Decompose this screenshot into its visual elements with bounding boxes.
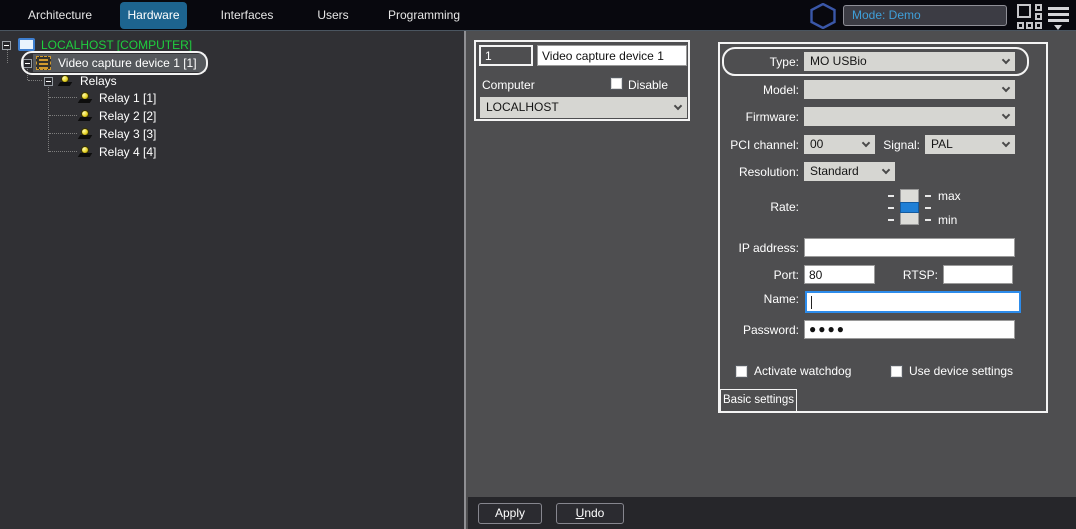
rtsp-label: RTSP: — [902, 267, 938, 282]
resolution-label: Resolution: — [738, 164, 799, 179]
rate-min-label: min — [938, 213, 958, 227]
collapse-icon[interactable] — [44, 77, 53, 86]
settings-content-area: Computer Disable LOCALHOST Type: MO USBi… — [468, 31, 1076, 529]
tree-item-video-capture-device[interactable]: Video capture device 1 [1] — [0, 55, 460, 72]
collapse-icon[interactable] — [23, 59, 32, 68]
firmware-select[interactable] — [804, 107, 1015, 126]
capture-device-icon — [36, 56, 51, 70]
tree-item-relay-3[interactable]: Relay 3 [3] — [0, 126, 460, 143]
type-label: Type: — [769, 54, 799, 69]
pci-channel-select[interactable]: 00 — [804, 135, 875, 154]
device-identity-box: Computer Disable LOCALHOST — [474, 40, 690, 121]
name-input[interactable] — [805, 291, 1021, 313]
signal-label: Signal: — [883, 137, 920, 152]
tree-item-label[interactable]: Relay 4 [4] — [99, 144, 156, 161]
chevron-down-icon — [861, 138, 871, 148]
use-device-settings-checkbox[interactable] — [890, 364, 903, 378]
ip-address-input[interactable] — [804, 238, 1015, 257]
mode-field[interactable]: Mode: Demo — [843, 5, 1007, 26]
model-label: Model: — [762, 82, 799, 97]
signal-select[interactable]: PAL — [925, 135, 1015, 154]
tab-architecture[interactable]: Architecture — [18, 2, 102, 29]
tab-programming[interactable]: Programming — [381, 2, 467, 29]
chevron-down-icon — [1001, 83, 1011, 93]
rate-slider[interactable]: max min — [886, 187, 1016, 227]
password-label: Password: — [742, 322, 799, 337]
activate-watchdog-checkbox[interactable] — [735, 364, 748, 378]
signal-value: PAL — [931, 137, 953, 151]
device-name-input[interactable] — [537, 45, 687, 66]
type-select-value: MO USBio — [810, 54, 867, 68]
tree-item-localhost[interactable]: LOCALHOST [COMPUTER] — [0, 37, 460, 54]
port-input[interactable] — [804, 265, 875, 284]
rtsp-input[interactable] — [943, 265, 1013, 284]
rate-label: Rate: — [770, 200, 799, 214]
tree-item-label[interactable]: Relay 3 [3] — [99, 126, 156, 143]
app-window: Architecture Hardware Interfaces Users P… — [0, 0, 1076, 529]
computer-icon — [18, 38, 35, 51]
port-label: Port: — [773, 267, 799, 282]
relay-icon — [77, 92, 93, 105]
tree-item-label[interactable]: Relay 1 [1] — [99, 90, 156, 107]
disable-label: Disable — [628, 78, 669, 92]
tree-item-label[interactable]: Relay 2 [2] — [99, 108, 156, 125]
type-select[interactable]: MO USBio — [804, 52, 1015, 71]
rate-slider-thumb[interactable] — [900, 202, 919, 213]
firmware-label: Firmware: — [745, 109, 799, 124]
hardware-tree-panel: LOCALHOST [COMPUTER] Video capture devic… — [0, 31, 466, 529]
tab-interfaces[interactable]: Interfaces — [209, 2, 285, 29]
relay-icon — [77, 110, 93, 123]
tree-item-relays-group[interactable]: Relays — [0, 73, 460, 90]
model-select[interactable] — [804, 80, 1015, 99]
pci-channel-label: PCI channel: — [730, 137, 799, 152]
activate-watchdog-label: Activate watchdog — [754, 364, 852, 378]
text-caret — [811, 296, 812, 309]
rate-max-label: max — [938, 189, 961, 203]
tab-basic-settings[interactable]: Basic settings — [720, 389, 797, 411]
resolution-value: Standard — [810, 164, 859, 178]
collapse-icon[interactable] — [2, 41, 11, 50]
tree-item-label[interactable]: LOCALHOST [COMPUTER] — [41, 37, 192, 54]
ip-address-label: IP address: — [738, 240, 799, 255]
top-menu-bar: Architecture Hardware Interfaces Users P… — [0, 0, 1076, 31]
tree-item-label[interactable]: Video capture device 1 [1] — [58, 55, 197, 72]
tab-hardware[interactable]: Hardware — [120, 2, 187, 29]
relay-icon — [57, 75, 73, 88]
menu-hamburger-icon[interactable] — [1048, 7, 1069, 30]
chevron-down-icon — [673, 101, 683, 111]
chevron-down-icon — [881, 165, 891, 175]
tree-item-relay-1[interactable]: Relay 1 [1] — [0, 90, 460, 107]
resolution-select[interactable]: Standard — [804, 162, 895, 181]
tree-item-relay-2[interactable]: Relay 2 [2] — [0, 108, 460, 125]
screen-layout-icon[interactable] — [1017, 4, 1043, 29]
use-device-settings-label: Use device settings — [909, 364, 1014, 378]
chevron-down-icon — [1001, 110, 1011, 120]
chevron-down-icon — [1001, 138, 1011, 148]
device-id-input[interactable] — [479, 45, 533, 66]
hexagon-logo-icon — [809, 2, 837, 32]
action-button-bar: Apply Undo — [468, 497, 1076, 529]
undo-button[interactable]: Undo — [556, 503, 624, 524]
apply-button[interactable]: Apply — [478, 503, 542, 524]
computer-select[interactable]: LOCALHOST — [480, 97, 687, 118]
tree-item-relay-4[interactable]: Relay 4 [4] — [0, 144, 460, 161]
name-label: Name: — [763, 292, 799, 306]
device-settings-panel: Type: MO USBio Model: Firmware: PCI chan… — [718, 42, 1048, 413]
password-input[interactable]: ●●●● — [804, 320, 1015, 339]
relay-icon — [77, 128, 93, 141]
chevron-down-icon — [1001, 55, 1011, 65]
relay-icon — [77, 146, 93, 159]
disable-checkbox[interactable] — [610, 77, 623, 90]
tree-item-label[interactable]: Relays — [80, 73, 117, 90]
pci-channel-value: 00 — [810, 137, 824, 151]
computer-select-value: LOCALHOST — [486, 100, 559, 114]
tab-users[interactable]: Users — [305, 2, 361, 29]
computer-label: Computer — [482, 78, 535, 92]
